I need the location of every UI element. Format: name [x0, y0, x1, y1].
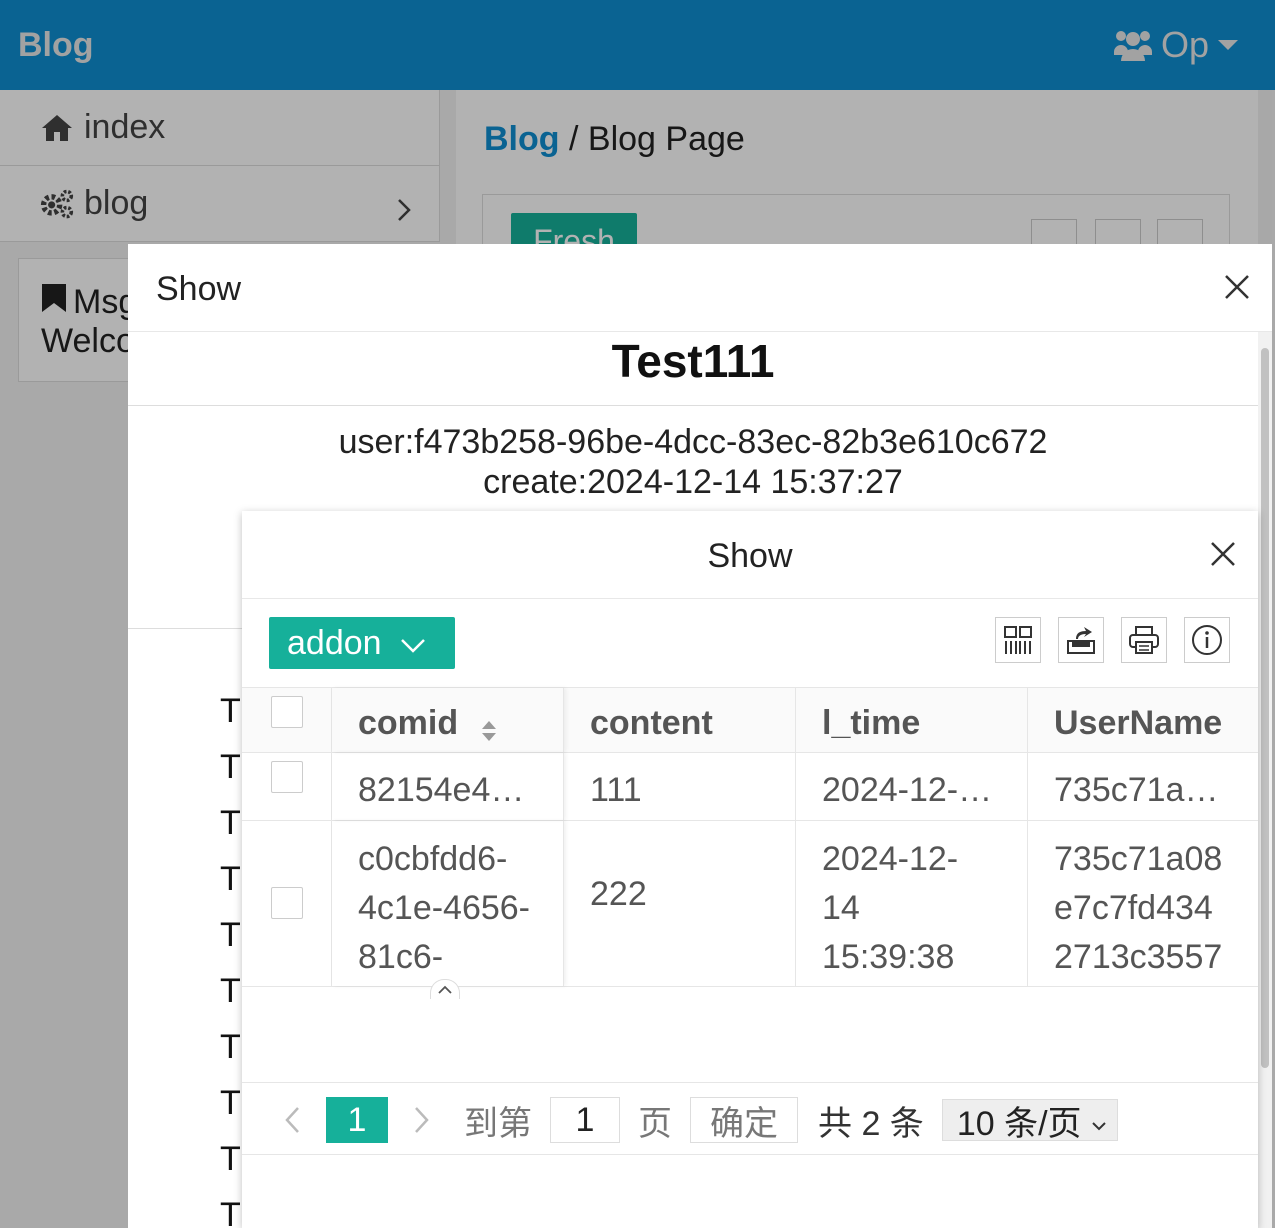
prev-page-icon[interactable] — [272, 1106, 312, 1134]
cell-username: 735c71a… — [1028, 753, 1258, 820]
list-item: T — [220, 804, 241, 842]
cell-content: 222 — [564, 821, 796, 986]
row-checkbox-cell — [242, 821, 332, 986]
blog-meta: user:f473b258-96be-4dcc-83ec-82b3e610c67… — [128, 422, 1258, 502]
cell-text: 111 — [590, 771, 642, 809]
column-title: comid — [358, 704, 459, 742]
goto-label: 到第 — [464, 1104, 532, 1143]
page-label: 页 — [638, 1104, 672, 1143]
list-item: T — [220, 1196, 241, 1228]
column-header-l-time[interactable]: l_time — [796, 688, 1028, 752]
cell-text: 2024-12-… — [822, 771, 993, 809]
blog-create-time: create:2024-12-14 15:37:27 — [483, 463, 903, 501]
list-item: T — [220, 692, 241, 730]
list-item: T — [220, 1028, 241, 1066]
blog-title: Test111 — [128, 332, 1258, 406]
list-item: T — [220, 748, 241, 786]
confirm-button[interactable]: 确定 — [690, 1097, 798, 1143]
cell-text: 2024-12- 14 15:39:38 — [822, 840, 959, 976]
cell-text: 222 — [590, 875, 647, 913]
cell-comid: c0cbfdd6- 4c1e-4656- 81c6- — [332, 821, 564, 986]
list-item: T — [220, 860, 241, 898]
current-page[interactable]: 1 — [326, 1097, 388, 1143]
list-item: T — [220, 916, 241, 954]
modal-scrollbar[interactable] — [1258, 332, 1272, 1228]
list-item: T — [220, 1140, 241, 1178]
collapse-cell-icon[interactable] — [430, 979, 460, 999]
blog-user: user:f473b258-96be-4dcc-83ec-82b3e610c67… — [338, 423, 1048, 461]
modal-header: Show — [242, 511, 1258, 599]
header-checkbox-cell — [242, 688, 332, 752]
cell-text: 735c71a08 e7c7fd434 2713c3557 — [1054, 840, 1223, 976]
column-header-content[interactable]: content — [564, 688, 796, 752]
table-header: comid content l_time UserName — [242, 687, 1258, 753]
page-size-value: 10 条/页 — [956, 1104, 1082, 1141]
row-checkbox[interactable] — [271, 761, 303, 793]
column-title: UserName — [1054, 704, 1223, 742]
cell-text: 735c71a… — [1054, 771, 1219, 809]
cell-text: 82154e4… — [358, 771, 525, 809]
total-count: 共 2 条 — [818, 1104, 924, 1143]
pagination: 1 到第 1 页 确定 共 2 条 10 条/页 — [272, 1097, 1118, 1143]
column-header-username[interactable]: UserName — [1028, 688, 1258, 752]
chevron-down-icon — [1091, 1101, 1107, 1140]
column-title: content — [590, 704, 713, 742]
page-size-select[interactable]: 10 条/页 — [941, 1099, 1118, 1141]
cell-l-time: 2024-12-… — [796, 753, 1028, 820]
cell-comid: 82154e4… — [332, 753, 564, 820]
row-checkbox-cell — [242, 753, 332, 820]
table-row[interactable]: 82154e4… 111 2024-12-… 735c71a… — [242, 753, 1258, 821]
divider — [242, 1082, 1258, 1083]
modal-title: Show — [156, 270, 242, 308]
select-all-checkbox[interactable] — [271, 696, 303, 728]
cell-l-time: 2024-12- 14 15:39:38 — [796, 821, 1028, 986]
table-row[interactable]: c0cbfdd6- 4c1e-4656- 81c6- 222 2024-12- … — [242, 821, 1258, 999]
cell-content: 111 — [564, 753, 796, 820]
comments-modal: Show addon comid content l_time UserName… — [242, 511, 1258, 1228]
modal-header: Show — [128, 244, 1272, 332]
row-checkbox[interactable] — [271, 887, 303, 919]
info-icon[interactable] — [1184, 617, 1230, 663]
addon-label: addon — [287, 623, 382, 662]
print-icon[interactable] — [1121, 617, 1167, 663]
columns-toggle-icon[interactable] — [995, 617, 1041, 663]
next-page-icon[interactable] — [402, 1106, 442, 1134]
cell-username: 735c71a08 e7c7fd434 2713c3557 — [1028, 821, 1258, 986]
list-item: T — [220, 972, 241, 1010]
column-title: l_time — [822, 704, 921, 742]
chevron-down-icon — [400, 624, 426, 663]
goto-page-input[interactable]: 1 — [550, 1097, 620, 1143]
close-icon[interactable] — [1224, 274, 1250, 305]
export-icon[interactable] — [1058, 617, 1104, 663]
close-icon[interactable] — [1210, 541, 1236, 572]
column-header-comid[interactable]: comid — [332, 688, 564, 752]
addon-dropdown-button[interactable]: addon — [269, 617, 455, 669]
modal-title: Show — [707, 537, 793, 575]
divider — [242, 1154, 1258, 1155]
cell-text: c0cbfdd6- 4c1e-4656- 81c6- — [358, 840, 531, 976]
sort-icon[interactable] — [480, 713, 498, 752]
list-item: T — [220, 1084, 241, 1122]
